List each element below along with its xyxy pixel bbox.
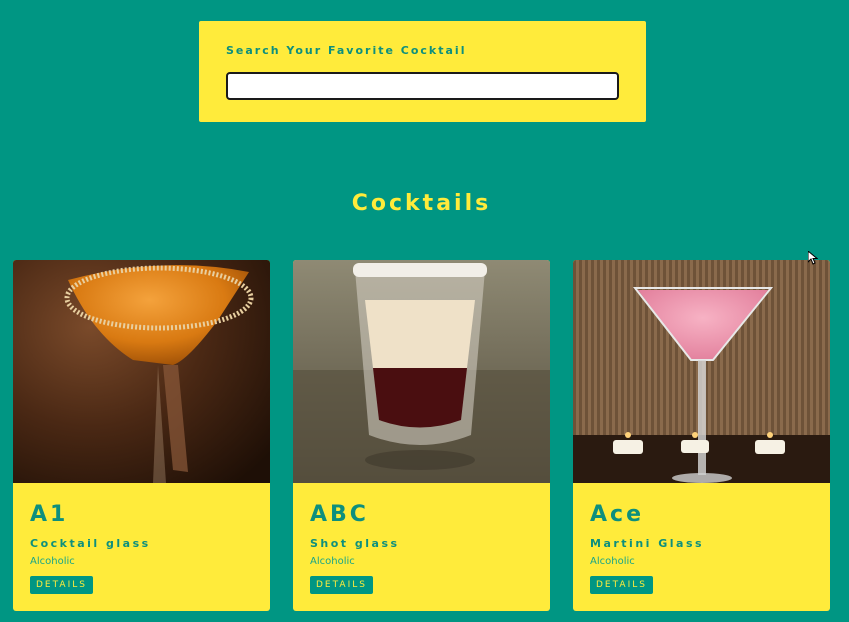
details-button[interactable]: DETAILS: [590, 576, 653, 594]
details-button[interactable]: DETAILS: [310, 576, 373, 594]
cocktail-name: Ace: [590, 502, 644, 527]
cocktail-image: [293, 260, 550, 483]
cocktail-type: Alcoholic: [310, 556, 355, 567]
cocktail-card: Ace Martini Glass Alcoholic DETAILS: [573, 260, 830, 611]
cocktail-image: [573, 260, 830, 483]
search-input[interactable]: [226, 72, 619, 100]
search-label: Search Your Favorite Cocktail: [226, 44, 467, 57]
search-panel: Search Your Favorite Cocktail: [199, 21, 646, 122]
cocktail-card: A1 Cocktail glass Alcoholic DETAILS: [13, 260, 270, 611]
cocktail-type: Alcoholic: [590, 556, 635, 567]
cocktail-card: ABC Shot glass Alcoholic DETAILS: [293, 260, 550, 611]
cocktail-name: A1: [30, 502, 69, 527]
cocktail-image: [13, 260, 270, 483]
details-button[interactable]: DETAILS: [30, 576, 93, 594]
mouse-pointer-icon: [808, 251, 818, 265]
cocktail-type: Alcoholic: [30, 556, 75, 567]
cocktail-name: ABC: [310, 502, 369, 527]
cocktail-glass: Martini Glass: [590, 537, 705, 550]
cocktail-glass: Shot glass: [310, 537, 400, 550]
section-title: Cocktails: [351, 191, 492, 216]
cocktail-glass: Cocktail glass: [30, 537, 151, 550]
